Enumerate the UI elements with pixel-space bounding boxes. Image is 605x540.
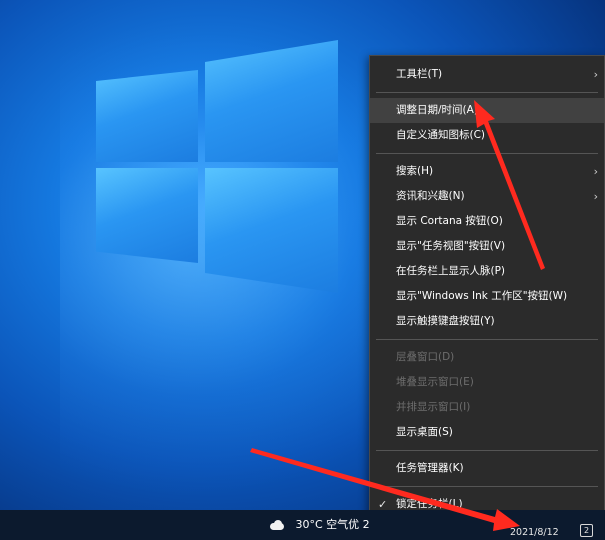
menu-item-label: 并排显示窗口(I) bbox=[396, 401, 471, 413]
menu-item[interactable]: 搜索(H) › bbox=[370, 159, 604, 184]
windows-logo-pane-top-right bbox=[205, 40, 338, 162]
menu-separator bbox=[376, 450, 598, 451]
menu-item-label: 堆叠显示窗口(E) bbox=[396, 376, 474, 388]
chevron-right-icon: › bbox=[593, 190, 598, 203]
menu-item[interactable]: 资讯和兴趣(N) › bbox=[370, 184, 604, 209]
menu-separator bbox=[376, 153, 598, 154]
menu-item[interactable]: 显示"Windows Ink 工作区"按钮(W) bbox=[370, 284, 604, 309]
taskbar-context-menu: 工具栏(T) › 调整日期/时间(A) 自定义通知图标(C) 搜索(H) › 资讯和兴趣(N… bbox=[369, 55, 605, 536]
windows-logo-pane-bottom-left bbox=[96, 168, 198, 263]
menu-item[interactable]: 工具栏(T) › bbox=[370, 62, 604, 87]
menu-item-label: 锁定任务栏(L) bbox=[396, 498, 463, 510]
taskbar[interactable]: 30°C 空气优 2 2021/8/12 2 bbox=[0, 510, 605, 540]
menu-item-label: 自定义通知图标(C) bbox=[396, 129, 486, 141]
menu-item-label: 工具栏(T) bbox=[396, 68, 443, 80]
menu-item-label: 在任务栏上显示人脉(P) bbox=[396, 265, 506, 277]
menu-item[interactable]: 显示"任务视图"按钮(V) bbox=[370, 234, 604, 259]
menu-separator bbox=[376, 486, 598, 487]
desktop: 工具栏(T) › 调整日期/时间(A) 自定义通知图标(C) 搜索(H) › 资讯和兴趣(N… bbox=[0, 0, 605, 540]
menu-item-label: 资讯和兴趣(N) bbox=[396, 190, 465, 202]
menu-item-label: 层叠窗口(D) bbox=[396, 351, 455, 363]
chevron-right-icon: › bbox=[593, 68, 598, 81]
menu-item-label: 显示"任务视图"按钮(V) bbox=[396, 240, 506, 252]
chevron-right-icon: › bbox=[593, 165, 598, 178]
menu-item-label: 显示触摸键盘按钮(Y) bbox=[396, 315, 495, 327]
menu-item[interactable]: 调整日期/时间(A) bbox=[370, 98, 604, 123]
menu-item: 并排显示窗口(I) bbox=[370, 395, 604, 420]
weather-text: 30°C 空气优 2 bbox=[295, 518, 370, 531]
menu-item: 堆叠显示窗口(E) bbox=[370, 370, 604, 395]
menu-item[interactable]: 任务管理器(K) bbox=[370, 456, 604, 481]
menu-item-label: 显示桌面(S) bbox=[396, 426, 453, 438]
menu-item[interactable]: 在任务栏上显示人脉(P) bbox=[370, 259, 604, 284]
menu-item-label: 调整日期/时间(A) bbox=[396, 104, 478, 116]
cloud-icon bbox=[268, 520, 286, 530]
windows-logo-pane-top-left bbox=[96, 70, 198, 162]
menu-separator bbox=[376, 339, 598, 340]
clock-date[interactable]: 2021/8/12 bbox=[510, 527, 559, 538]
menu-item[interactable]: 显示 Cortana 按钮(O) bbox=[370, 209, 604, 234]
notification-center-icon[interactable]: 2 bbox=[580, 524, 593, 537]
weather-widget[interactable]: 30°C 空气优 2 bbox=[268, 516, 370, 534]
menu-separator bbox=[376, 92, 598, 93]
menu-item-label: 显示"Windows Ink 工作区"按钮(W) bbox=[396, 290, 568, 302]
menu-item[interactable]: 自定义通知图标(C) bbox=[370, 123, 604, 148]
menu-item-label: 显示 Cortana 按钮(O) bbox=[396, 215, 503, 227]
menu-item-label: 任务管理器(K) bbox=[396, 462, 464, 474]
windows-logo-pane-bottom-right bbox=[205, 168, 338, 293]
menu-item: 层叠窗口(D) bbox=[370, 345, 604, 370]
menu-item-label: 搜索(H) bbox=[396, 165, 434, 177]
menu-item[interactable]: 显示触摸键盘按钮(Y) bbox=[370, 309, 604, 334]
menu-item[interactable]: 显示桌面(S) bbox=[370, 420, 604, 445]
